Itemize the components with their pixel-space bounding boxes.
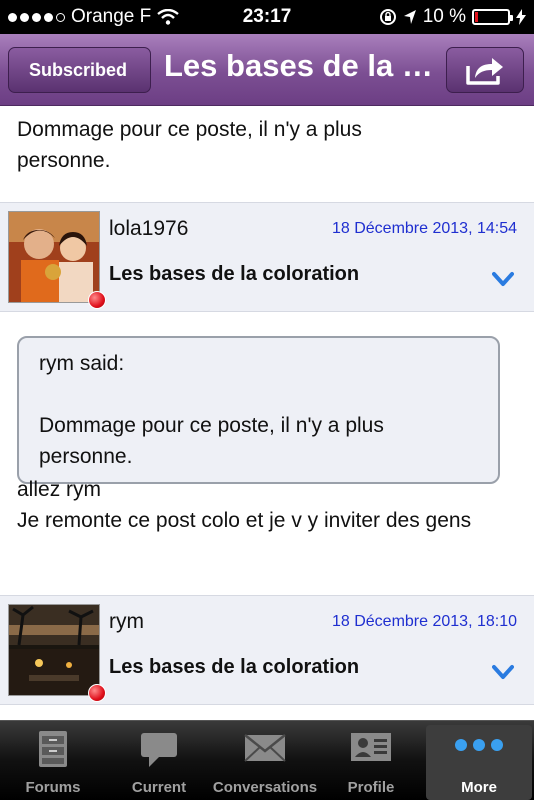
avatar[interactable] xyxy=(8,211,100,303)
tab-label: More xyxy=(461,779,497,796)
online-status-dot xyxy=(88,684,106,702)
post-body-line: Je remonte ce post colo et je v y invite… xyxy=(17,509,472,532)
tab-label: Profile xyxy=(347,779,395,796)
online-status-dot xyxy=(88,291,106,309)
signal-strength-icon xyxy=(8,12,65,22)
quote-text: Dommage pour ce poste, il n'y a plus per… xyxy=(39,414,384,468)
carrier-label: Orange F xyxy=(71,6,152,27)
post-header[interactable]: rym 18 Décembre 2013, 18:10 Les bases de… xyxy=(0,595,534,705)
back-button[interactable]: Subscribed xyxy=(8,47,151,93)
tab-label: Current xyxy=(131,779,187,796)
wifi-icon xyxy=(157,9,180,25)
speech-bubble-icon xyxy=(141,733,177,767)
share-button[interactable] xyxy=(446,47,524,93)
battery-percent: 10 % xyxy=(422,6,466,27)
page-title: Les bases de la coloration xyxy=(164,48,434,83)
post-author[interactable]: lola1976 xyxy=(109,217,188,241)
post-date: 18 Décembre 2013, 14:54 xyxy=(331,220,517,237)
more-dots-icon xyxy=(455,739,503,751)
charging-bolt-icon xyxy=(516,9,526,25)
post-author[interactable]: rym xyxy=(109,610,144,634)
location-arrow-icon xyxy=(403,10,416,24)
quote-author: rym said: xyxy=(39,352,125,375)
envelope-icon xyxy=(244,734,286,762)
post-header[interactable]: lola1976 18 Décembre 2013, 14:54 Les bas… xyxy=(0,202,534,312)
post-title: Les bases de la coloration xyxy=(109,656,360,678)
tab-label: Conversations xyxy=(212,779,318,796)
tab-profile[interactable]: Profile xyxy=(318,721,424,800)
post-body-line: allez rym xyxy=(17,478,102,501)
quote-block: rym said: Dommage pour ce poste, il n'y … xyxy=(17,336,500,484)
navigation-bar: Subscribed Les bases de la coloration xyxy=(0,34,534,106)
tab-label: Forums xyxy=(25,779,81,796)
back-button-label: Subscribed xyxy=(29,59,128,80)
post-date: 18 Décembre 2013, 18:10 xyxy=(331,613,517,630)
id-card-icon xyxy=(351,733,391,761)
tab-current[interactable]: Current xyxy=(106,721,212,800)
tab-bar: Forums Current Conversations Profile Mor… xyxy=(0,720,534,800)
chevron-down-icon[interactable] xyxy=(492,664,514,680)
post-title: Les bases de la coloration xyxy=(109,263,360,285)
previous-post-body: Dommage pour ce poste, il n'y a plus per… xyxy=(17,118,362,172)
battery-icon xyxy=(472,9,513,25)
status-bar: Orange F 23:17 10 % xyxy=(0,0,534,34)
clock: 23:17 xyxy=(242,6,292,27)
thread-content[interactable]: Dommage pour ce poste, il n'y a plus per… xyxy=(0,106,534,720)
rotation-lock-icon xyxy=(379,9,396,25)
chevron-down-icon[interactable] xyxy=(492,271,514,287)
share-icon xyxy=(466,58,503,85)
avatar[interactable] xyxy=(8,604,100,696)
cabinet-icon xyxy=(39,731,67,767)
tab-conversations[interactable]: Conversations xyxy=(212,721,318,800)
tab-more[interactable]: More xyxy=(426,725,532,800)
post-body: allez rym Je remonte ce post colo et je … xyxy=(17,474,517,536)
tab-forums[interactable]: Forums xyxy=(0,721,106,800)
